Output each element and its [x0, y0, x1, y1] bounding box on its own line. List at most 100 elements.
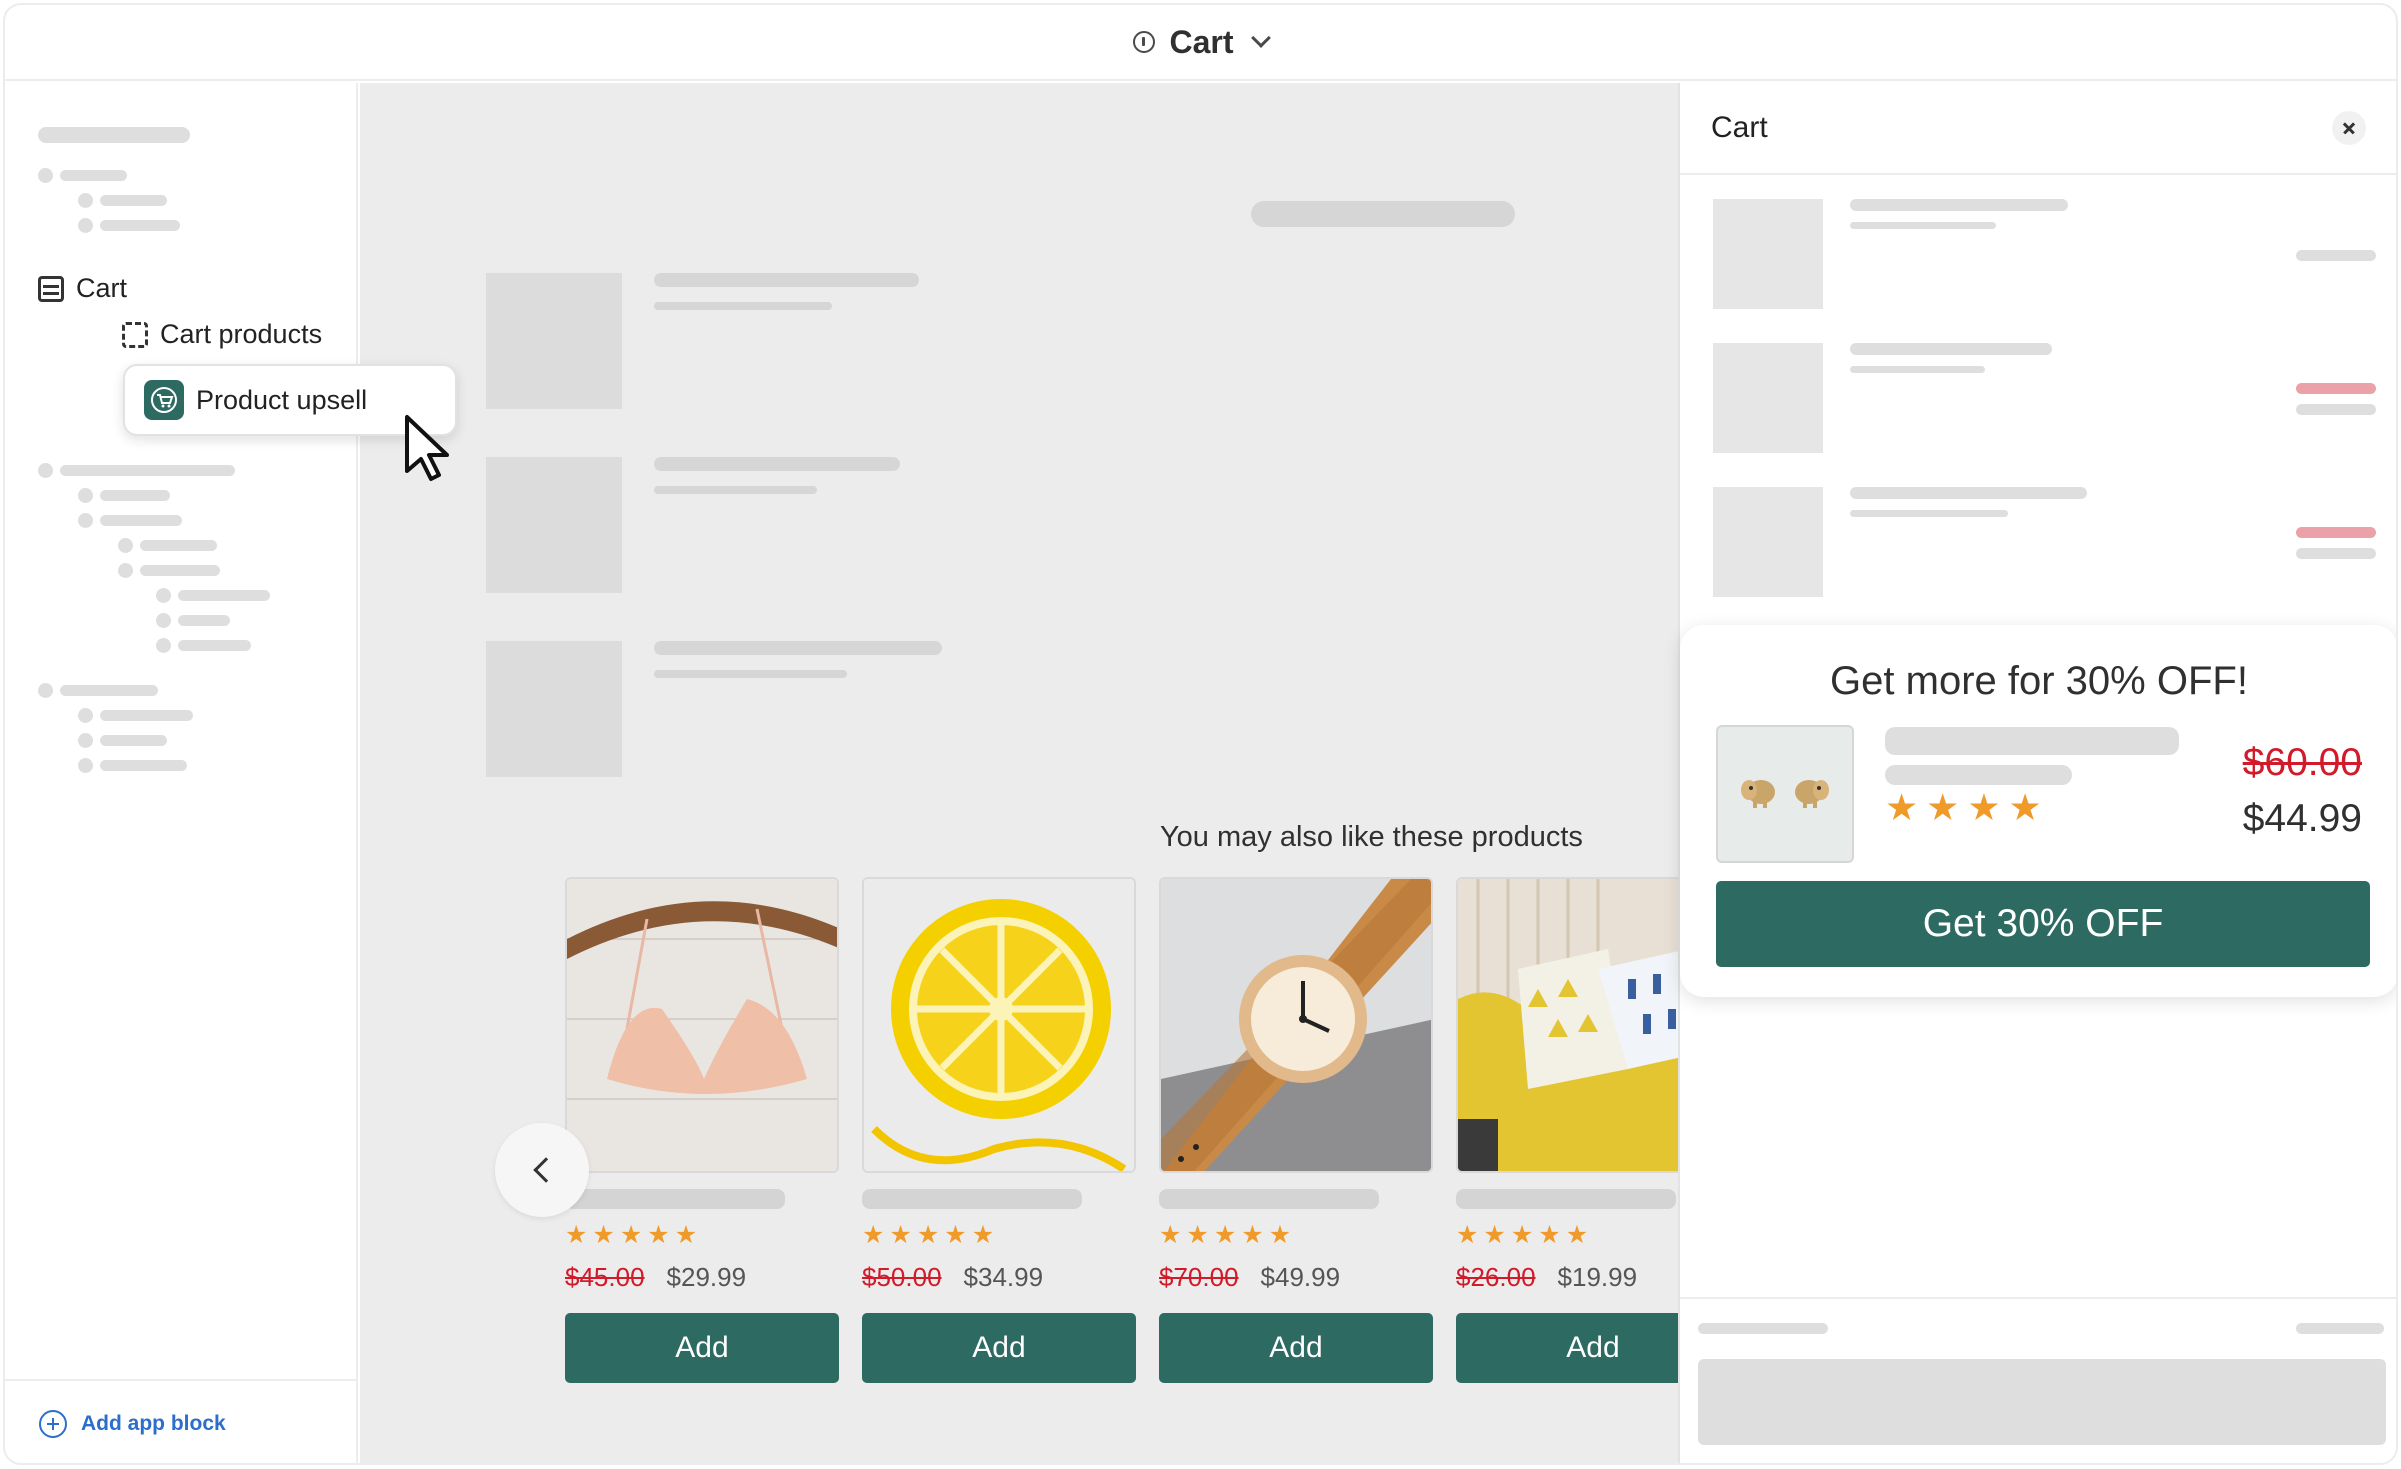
chevron-down-icon[interactable]	[1250, 28, 1271, 48]
skeleton-dot	[38, 463, 53, 478]
skeleton-dot	[38, 168, 53, 183]
sale-price: $29.99	[666, 1262, 747, 1292]
editor-window: Cart Cart Cart products Product upsell A…	[3, 3, 2398, 1465]
product-image-pillows[interactable]	[1456, 877, 1678, 1173]
product-card: ★ ★ ★ ★ ★ $26.00 $19.99 Add	[1456, 877, 1678, 1383]
product-prices: $50.00 $34.99	[862, 1262, 1136, 1293]
add-to-cart-button[interactable]: Add	[1456, 1313, 1678, 1383]
star-icon: ★	[862, 1221, 885, 1249]
star-icon: ★	[971, 1221, 995, 1249]
skeleton-line	[178, 640, 251, 651]
skeleton-line	[60, 685, 158, 696]
upsell-rating: ★ ★ ★ ★	[1885, 789, 2042, 826]
checkout-button-skeleton	[1698, 1359, 2386, 1445]
upsell-product-image[interactable]	[1716, 725, 1854, 863]
upsell-heading: Get more for 30% OFF!	[1830, 659, 2248, 703]
star-icon: ★	[2008, 787, 2042, 828]
skeleton-thumbnail	[486, 641, 622, 777]
skeleton-dot	[156, 588, 171, 603]
sale-price: $19.99	[1557, 1262, 1638, 1292]
skeleton-dot	[156, 638, 171, 653]
skeleton-dot	[78, 193, 93, 208]
sidebar-item-label: Cart	[76, 273, 128, 303]
info-icon[interactable]	[1133, 31, 1156, 53]
star-icon: ★	[1510, 1221, 1534, 1249]
star-icon: ★	[647, 1221, 670, 1249]
add-to-cart-button[interactable]: Add	[862, 1313, 1136, 1383]
product-rating: ★ ★ ★ ★ ★	[862, 1223, 1136, 1248]
upsell-sale-price: $44.99	[2242, 797, 2362, 840]
sidebar: Cart Cart products Product upsell Add ap…	[5, 83, 457, 1463]
chevron-left-icon	[533, 1157, 559, 1183]
add-to-cart-button[interactable]: Add	[565, 1313, 839, 1383]
skeleton-dot	[78, 488, 93, 503]
star-icon: ★	[592, 1221, 615, 1249]
skeleton-dot	[78, 758, 93, 773]
skeleton-dot	[78, 733, 93, 748]
skeleton-line	[100, 710, 193, 721]
skeleton-thumbnail	[1713, 487, 1823, 597]
star-icon: ★	[889, 1221, 912, 1249]
skeleton-line	[100, 220, 180, 231]
add-app-block-button[interactable]: Add app block	[5, 1379, 356, 1463]
star-icon: ★	[916, 1221, 940, 1249]
sale-price: $49.99	[1260, 1262, 1341, 1292]
product-image-bralette[interactable]	[565, 877, 839, 1173]
skeleton-line	[178, 615, 230, 626]
skeleton-line	[100, 760, 187, 771]
product-image-lemon-bag[interactable]	[862, 877, 1136, 1173]
sale-price: $34.99	[963, 1262, 1044, 1292]
get-discount-button[interactable]: Get 30% OFF	[1716, 881, 2370, 967]
skeleton-line	[1698, 1323, 1828, 1334]
skeleton-dot	[78, 218, 93, 233]
star-icon: ★	[1483, 1221, 1506, 1249]
recommendations-title: You may also like these products	[1160, 821, 1583, 853]
compare-at-price: $70.00	[1159, 1262, 1239, 1292]
star-icon: ★	[1186, 1221, 1209, 1249]
star-icon: ★	[1456, 1221, 1479, 1249]
skeleton-line	[1850, 343, 2052, 355]
star-icon: ★	[1268, 1221, 1292, 1249]
skeleton-line	[1850, 199, 2068, 211]
product-image-watch[interactable]	[1159, 877, 1433, 1173]
product-rating: ★ ★ ★ ★ ★	[1456, 1223, 1678, 1248]
sidebar-item-cart-products[interactable]: Cart products	[122, 319, 322, 350]
template-selector[interactable]: Cart	[1169, 24, 1233, 61]
skeleton-line	[178, 590, 270, 601]
add-to-cart-button[interactable]: Add	[1159, 1313, 1433, 1383]
skeleton-line-sale	[2296, 383, 2376, 394]
skeleton-line	[60, 170, 127, 181]
sidebar-item-cart[interactable]: Cart	[38, 273, 127, 304]
upsell-variant-skeleton	[1885, 765, 2072, 785]
product-upsell-card: Get more for 30% OFF! ★ ★ ★ ★ $60.00 $44.99…	[1680, 625, 2396, 997]
skeleton-line	[2296, 404, 2376, 415]
skeleton-heading	[1251, 201, 1515, 227]
skeleton-dot	[78, 708, 93, 723]
close-icon[interactable]	[2332, 111, 2366, 145]
block-icon	[122, 321, 148, 348]
star-icon: ★	[674, 1221, 698, 1249]
compare-at-price: $50.00	[862, 1262, 942, 1292]
cart-drawer: Cart Get more for 30% OFF! ★ ★ ★ ★ $60.00	[1678, 83, 2396, 1463]
star-icon: ★	[1241, 1221, 1264, 1249]
product-card: ★ ★ ★ ★ ★ $45.00 $29.99 Add	[565, 877, 839, 1383]
skeleton-line	[100, 515, 182, 526]
upsell-name-skeleton	[1885, 727, 2179, 755]
star-icon: ★	[1213, 1221, 1237, 1249]
skeleton-line	[140, 540, 217, 551]
upsell-compare-at-price: $60.00	[2242, 741, 2362, 784]
skeleton-dot	[38, 683, 53, 698]
skeleton-line	[100, 490, 170, 501]
skeleton-dot	[78, 513, 93, 528]
carousel-prev-button[interactable]	[495, 1123, 589, 1217]
product-name-skeleton	[1159, 1189, 1379, 1209]
skeleton-line	[100, 735, 167, 746]
product-card: ★ ★ ★ ★ ★ $50.00 $34.99 Add	[862, 877, 1136, 1383]
cart-drawer-title: Cart	[1711, 111, 1768, 144]
product-name-skeleton	[1456, 1189, 1676, 1209]
star-icon: ★	[1538, 1221, 1561, 1249]
star-icon: ★	[1159, 1221, 1182, 1249]
section-icon	[38, 275, 64, 302]
product-card: ★ ★ ★ ★ ★ $70.00 $49.99 Add	[1159, 877, 1433, 1383]
skeleton-line	[654, 273, 919, 287]
